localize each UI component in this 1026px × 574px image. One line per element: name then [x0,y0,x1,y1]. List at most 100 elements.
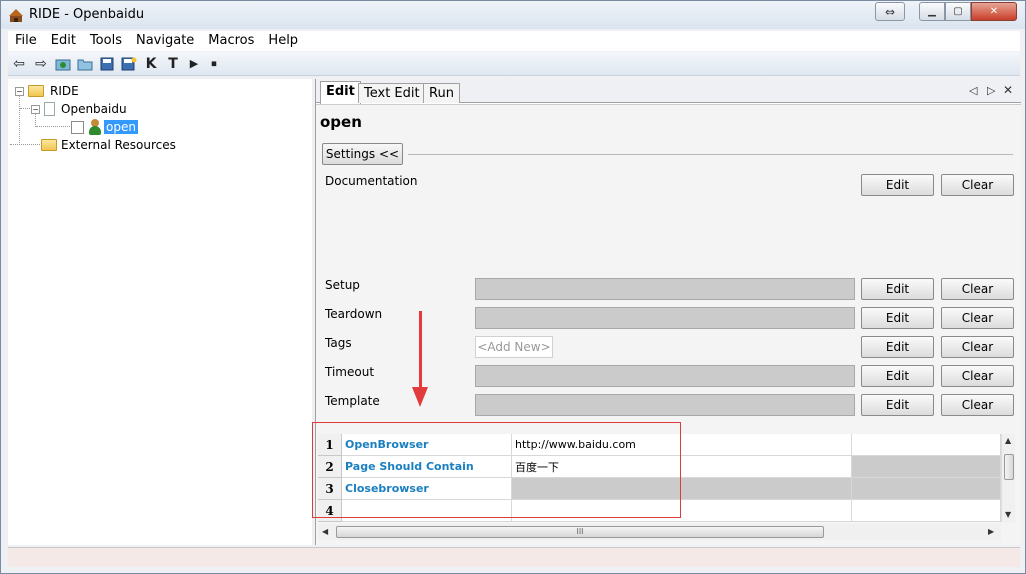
menu-navigate[interactable]: Navigate [129,31,201,51]
teardown-label: Teardown [325,307,383,321]
keyword-search-icon: K [145,55,157,72]
tab-prev-icon[interactable]: ◁ [969,84,977,97]
template-clear-button[interactable]: Clear [941,394,1014,416]
disabled-cell [852,478,1001,500]
play-icon: ▶ [189,57,199,70]
tree-item-label: open [104,120,138,134]
maximize-button[interactable]: ▢ [945,2,971,21]
scroll-left-icon[interactable]: ◀ [322,527,328,536]
scroll-right-icon[interactable]: ▶ [988,527,994,536]
tags-clear-button[interactable]: Clear [941,336,1014,358]
open-test-suite-button[interactable] [52,53,74,75]
argument-cell[interactable]: http://www.baidu.com [512,434,852,456]
argument-cell[interactable]: 百度一下 [512,456,852,478]
template-label: Template [325,394,380,408]
add-tag-input[interactable]: <Add New> [475,336,553,358]
collapse-icon[interactable]: − [15,86,24,96]
tags-edit-button[interactable]: Edit [861,336,934,358]
setup-edit-button[interactable]: Edit [861,278,934,300]
keyword-steps-grid: 1 OpenBrowser http://www.baidu.com 2 Pag… [318,434,1001,522]
tree-guide-line [10,144,40,145]
stop-button[interactable]: ⏹ [204,53,224,75]
grid-horizontal-scrollbar[interactable]: ◀ III ▶ [318,524,1001,540]
back-button[interactable]: ⇦ [8,53,30,75]
tree-item-label: RIDE [50,84,79,98]
keyword-cell[interactable] [342,500,512,522]
timeout-edit-button[interactable]: Edit [861,365,934,387]
empty-cell[interactable] [852,500,1001,522]
argument-cell[interactable] [512,500,852,522]
keyword-cell[interactable]: Page Should Contain [342,456,512,478]
grid-vertical-scrollbar[interactable]: ▲ ▼ [1001,434,1015,522]
menu-edit[interactable]: Edit [44,31,83,51]
tab-close-icon[interactable]: ✕ [1003,83,1013,97]
settings-toggle-button[interactable]: Settings << [322,143,403,165]
table-row: 3 Closebrowser [318,478,1001,500]
save-all-button[interactable] [118,53,140,75]
empty-cell[interactable] [852,434,1001,456]
row-number[interactable]: 4 [318,500,342,522]
open-suite-icon [55,59,71,70]
horizontal-scroll-thumb[interactable]: III [336,526,824,538]
keyword-cell[interactable]: Closebrowser [342,478,512,500]
menu-help[interactable]: Help [261,31,305,51]
documentation-edit-button[interactable]: Edit [861,174,934,196]
tree-item-external-resources[interactable]: External Resources [41,136,176,154]
settings-divider [408,154,1013,155]
setup-clear-button[interactable]: Clear [941,278,1014,300]
scroll-down-icon[interactable]: ▼ [1005,510,1011,519]
save-all-icon [121,57,137,70]
tab-text-edit[interactable]: Text Edit [358,83,426,103]
disabled-cell [852,456,1001,478]
table-row: 1 OpenBrowser http://www.baidu.com [318,434,1001,456]
tree-item-openbaidu[interactable]: − Openbaidu [31,100,127,118]
double-arrow-icon: ⇔ [884,4,896,19]
arrow-left-icon: ⇦ [13,55,25,72]
forward-button[interactable]: ⇨ [30,53,52,75]
close-button[interactable]: ✕ [971,2,1017,21]
template-edit-button[interactable]: Edit [861,394,934,416]
search-keywords-button[interactable]: K [140,53,162,75]
resize-swap-button[interactable]: ⇔ [875,2,905,21]
search-tests-button[interactable]: T [162,53,184,75]
tree-item-label: Openbaidu [61,102,127,116]
save-icon [100,57,114,70]
teardown-edit-button[interactable]: Edit [861,307,934,329]
timeout-clear-button[interactable]: Clear [941,365,1014,387]
disabled-cell [512,478,852,500]
row-number[interactable]: 1 [318,434,342,456]
run-button[interactable]: ▶ [184,53,204,75]
tree-item-ride[interactable]: − RIDE [15,82,79,100]
timeout-field[interactable] [475,365,855,387]
tab-next-icon[interactable]: ▷ [987,84,995,97]
row-number[interactable]: 3 [318,478,342,500]
tree-guide-line [36,126,72,127]
collapse-icon[interactable]: − [31,104,40,114]
file-icon [44,102,55,116]
tab-edit[interactable]: Edit [320,81,361,104]
app-window: RIDE - Openbaidu ⇔ ▁ ▢ ✕ File Edit Tools… [0,0,1026,574]
tree-item-label: External Resources [61,138,176,152]
template-field[interactable] [475,394,855,416]
setup-field[interactable] [475,278,855,300]
save-button[interactable] [96,53,118,75]
teardown-clear-button[interactable]: Clear [941,307,1014,329]
tab-run[interactable]: Run [423,83,460,103]
scroll-up-icon[interactable]: ▲ [1005,436,1011,445]
documentation-clear-button[interactable]: Clear [941,174,1014,196]
menu-file[interactable]: File [8,31,44,51]
annotation-arrow-icon [412,387,428,407]
row-number[interactable]: 2 [318,456,342,478]
setup-label: Setup [325,278,360,292]
vertical-scroll-thumb[interactable] [1004,454,1014,480]
keyword-checkbox[interactable] [71,120,84,134]
keyword-cell[interactable]: OpenBrowser [342,434,512,456]
menu-tools[interactable]: Tools [83,31,129,51]
open-directory-button[interactable] [74,53,96,75]
teardown-field[interactable] [475,307,855,329]
annotation-arrow-shaft [419,311,422,391]
minimize-button[interactable]: ▁ [919,2,945,21]
menu-macros[interactable]: Macros [201,31,261,51]
tree-item-open-keyword[interactable]: open [71,118,138,136]
close-icon: ✕ [989,6,999,17]
